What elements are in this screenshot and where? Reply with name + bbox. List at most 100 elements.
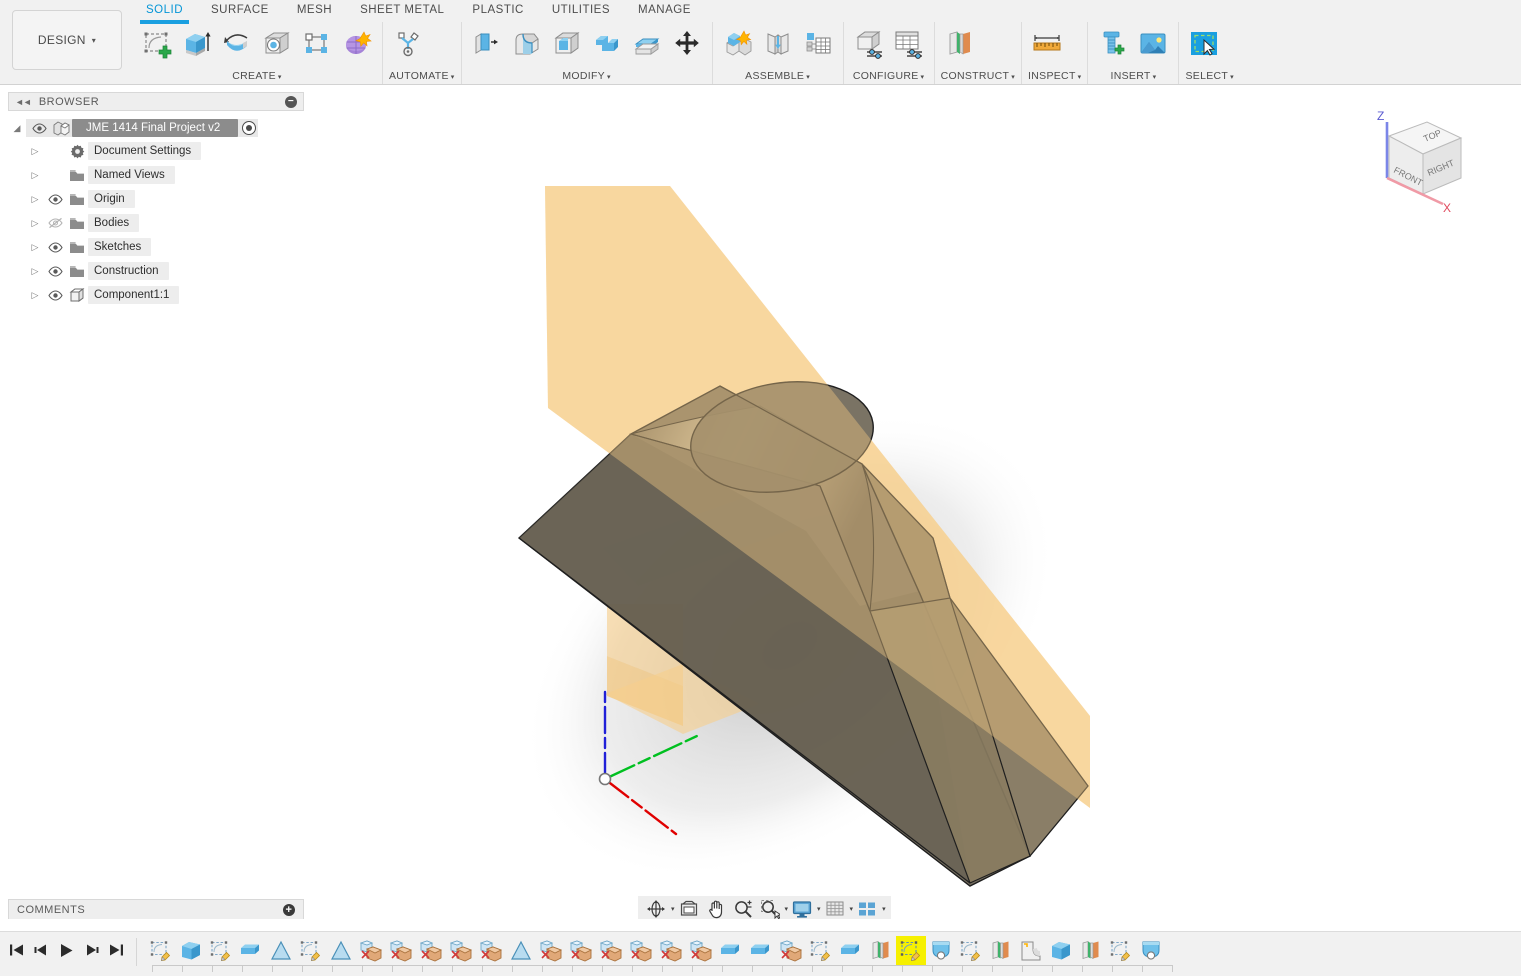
timeline-feature-loft[interactable] bbox=[386, 936, 416, 966]
chevron-down-icon[interactable]: ▾ bbox=[882, 905, 886, 913]
timeline-feature-fillet[interactable] bbox=[1016, 936, 1046, 966]
move-copy-icon[interactable] bbox=[668, 24, 706, 64]
timeline-feature-extrude-cut[interactable] bbox=[836, 936, 866, 966]
go-to-end-icon[interactable] bbox=[108, 940, 124, 960]
timeline-feature-sketch-selected[interactable] bbox=[896, 936, 926, 966]
collapse-browser-icon[interactable]: ◄◄ bbox=[15, 97, 32, 107]
timeline-feature-sketch[interactable] bbox=[956, 936, 986, 966]
panel-assemble-label[interactable]: ASSEMBLE ▾ bbox=[719, 70, 837, 84]
step-back-icon[interactable] bbox=[33, 940, 49, 960]
timeline-feature-extrude[interactable] bbox=[176, 936, 206, 966]
timeline-feature-revolve[interactable] bbox=[1136, 936, 1166, 966]
activate-component-radio[interactable] bbox=[242, 121, 257, 135]
look-at-icon[interactable] bbox=[676, 897, 702, 921]
tree-node-document-settings[interactable]: ▷ Document Settings bbox=[8, 139, 304, 163]
timeline-feature-loft[interactable] bbox=[416, 936, 446, 966]
tree-node-sketches[interactable]: ▷ Sketches bbox=[8, 235, 304, 259]
panel-modify-label[interactable]: MODIFY ▾ bbox=[468, 70, 706, 84]
timeline-feature-revolve[interactable] bbox=[926, 936, 956, 966]
fillet-icon[interactable] bbox=[508, 24, 546, 64]
timeline-feature-plane[interactable] bbox=[266, 936, 296, 966]
expand-arrow-icon[interactable]: ▷ bbox=[26, 259, 44, 283]
combine-icon[interactable] bbox=[588, 24, 626, 64]
tab-utilities[interactable]: UTILITIES bbox=[538, 0, 624, 24]
timeline-track[interactable] bbox=[152, 965, 1173, 973]
expand-arrow-icon[interactable]: ▷ bbox=[26, 163, 44, 187]
chevron-down-icon[interactable]: ▾ bbox=[817, 905, 821, 913]
tree-node-bodies[interactable]: ▷ Bodies bbox=[8, 211, 304, 235]
panel-configure-label[interactable]: CONFIGURE ▾ bbox=[850, 70, 928, 84]
timeline-feature-loft[interactable] bbox=[446, 936, 476, 966]
measure-icon[interactable] bbox=[1028, 24, 1066, 64]
tab-sheet-metal[interactable]: SHEET METAL bbox=[346, 0, 458, 24]
visibility-eye-icon[interactable] bbox=[28, 122, 50, 134]
panel-create-label[interactable]: CREATE ▾ bbox=[138, 70, 376, 84]
timeline-feature-loft[interactable] bbox=[656, 936, 686, 966]
revolve-icon[interactable] bbox=[218, 24, 256, 64]
go-to-beginning-icon[interactable] bbox=[8, 940, 24, 960]
visibility-eye-icon[interactable] bbox=[44, 265, 66, 277]
expand-arrow-icon[interactable]: ▷ bbox=[26, 211, 44, 235]
chevron-down-icon[interactable]: ▾ bbox=[785, 905, 789, 913]
timeline-feature-construct-plane[interactable] bbox=[986, 936, 1016, 966]
timeline-feature-plane[interactable] bbox=[326, 936, 356, 966]
panel-automate-label[interactable]: AUTOMATE ▾ bbox=[389, 70, 455, 84]
timeline-feature-construct-plane[interactable] bbox=[866, 936, 896, 966]
browser-minimize-icon[interactable]: − bbox=[285, 95, 297, 108]
tab-manage[interactable]: MANAGE bbox=[624, 0, 705, 24]
add-comment-icon[interactable]: + bbox=[283, 904, 295, 916]
timeline-feature-sketch[interactable] bbox=[146, 936, 176, 966]
pattern-icon[interactable] bbox=[298, 24, 336, 64]
generative-design-icon[interactable] bbox=[338, 24, 376, 64]
chevron-down-icon[interactable]: ▾ bbox=[850, 905, 854, 913]
tree-node-root[interactable]: ◢ JME 1414 Final Project v2 bbox=[8, 117, 304, 139]
extrude-icon[interactable] bbox=[178, 24, 216, 64]
orbit-icon[interactable] bbox=[643, 897, 669, 921]
new-component-icon[interactable] bbox=[719, 24, 757, 64]
expand-arrow-icon[interactable]: ◢ bbox=[8, 116, 26, 140]
panel-insert-label[interactable]: INSERT ▾ bbox=[1094, 70, 1172, 84]
timeline-feature-loft[interactable] bbox=[686, 936, 716, 966]
insert-mcmaster-icon[interactable] bbox=[1094, 24, 1132, 64]
visibility-eye-hidden-icon[interactable] bbox=[44, 217, 66, 229]
timeline-feature-extrude[interactable] bbox=[1046, 936, 1076, 966]
fit-icon[interactable] bbox=[757, 897, 783, 921]
offset-face-icon[interactable] bbox=[628, 24, 666, 64]
timeline-feature-sketch[interactable] bbox=[296, 936, 326, 966]
view-cube[interactable]: TOP FRONT RIGHT Z X bbox=[1351, 100, 1471, 225]
timeline-feature-loft[interactable] bbox=[476, 936, 506, 966]
timeline-feature-loft[interactable] bbox=[626, 936, 656, 966]
timeline-feature-extrude-cut[interactable] bbox=[716, 936, 746, 966]
zoom-icon[interactable] bbox=[730, 897, 756, 921]
viewports-icon[interactable] bbox=[854, 897, 880, 921]
timeline-feature-loft[interactable] bbox=[776, 936, 806, 966]
tab-solid[interactable]: SOLID bbox=[132, 0, 197, 24]
panel-inspect-label[interactable]: INSPECT ▾ bbox=[1028, 70, 1081, 84]
timeline-feature-sketch[interactable] bbox=[806, 936, 836, 966]
design-workspace-button[interactable]: DESIGN ▾ bbox=[12, 10, 122, 70]
pan-icon[interactable] bbox=[703, 897, 729, 921]
timeline-feature-plane[interactable] bbox=[506, 936, 536, 966]
chevron-down-icon[interactable]: ▾ bbox=[671, 905, 675, 913]
play-icon[interactable] bbox=[58, 940, 74, 960]
configure-model-icon[interactable] bbox=[850, 24, 888, 64]
visibility-eye-icon[interactable] bbox=[44, 289, 66, 301]
tab-mesh[interactable]: MESH bbox=[283, 0, 346, 24]
panel-select-label[interactable]: SELECT ▾ bbox=[1185, 70, 1233, 84]
timeline-feature-construct-plane[interactable] bbox=[1076, 936, 1106, 966]
expand-arrow-icon[interactable]: ▷ bbox=[26, 235, 44, 259]
timeline-feature-loft[interactable] bbox=[596, 936, 626, 966]
hole-icon[interactable] bbox=[258, 24, 296, 64]
timeline-feature-extrude-cut[interactable] bbox=[746, 936, 776, 966]
create-sketch-icon[interactable] bbox=[138, 24, 176, 64]
bill-of-materials-icon[interactable] bbox=[799, 24, 837, 64]
comments-panel[interactable]: COMMENTS + bbox=[8, 899, 304, 921]
tree-node-component1[interactable]: ▷ Component1:1 bbox=[8, 283, 304, 307]
panel-construct-label[interactable]: CONSTRUCT ▾ bbox=[941, 70, 1015, 84]
step-forward-icon[interactable] bbox=[83, 940, 99, 960]
visibility-eye-icon[interactable] bbox=[44, 193, 66, 205]
tree-node-construction[interactable]: ▷ Construction bbox=[8, 259, 304, 283]
timeline-feature-sketch[interactable] bbox=[206, 936, 236, 966]
expand-arrow-icon[interactable]: ▷ bbox=[26, 139, 44, 163]
configure-table-icon[interactable] bbox=[890, 24, 928, 64]
